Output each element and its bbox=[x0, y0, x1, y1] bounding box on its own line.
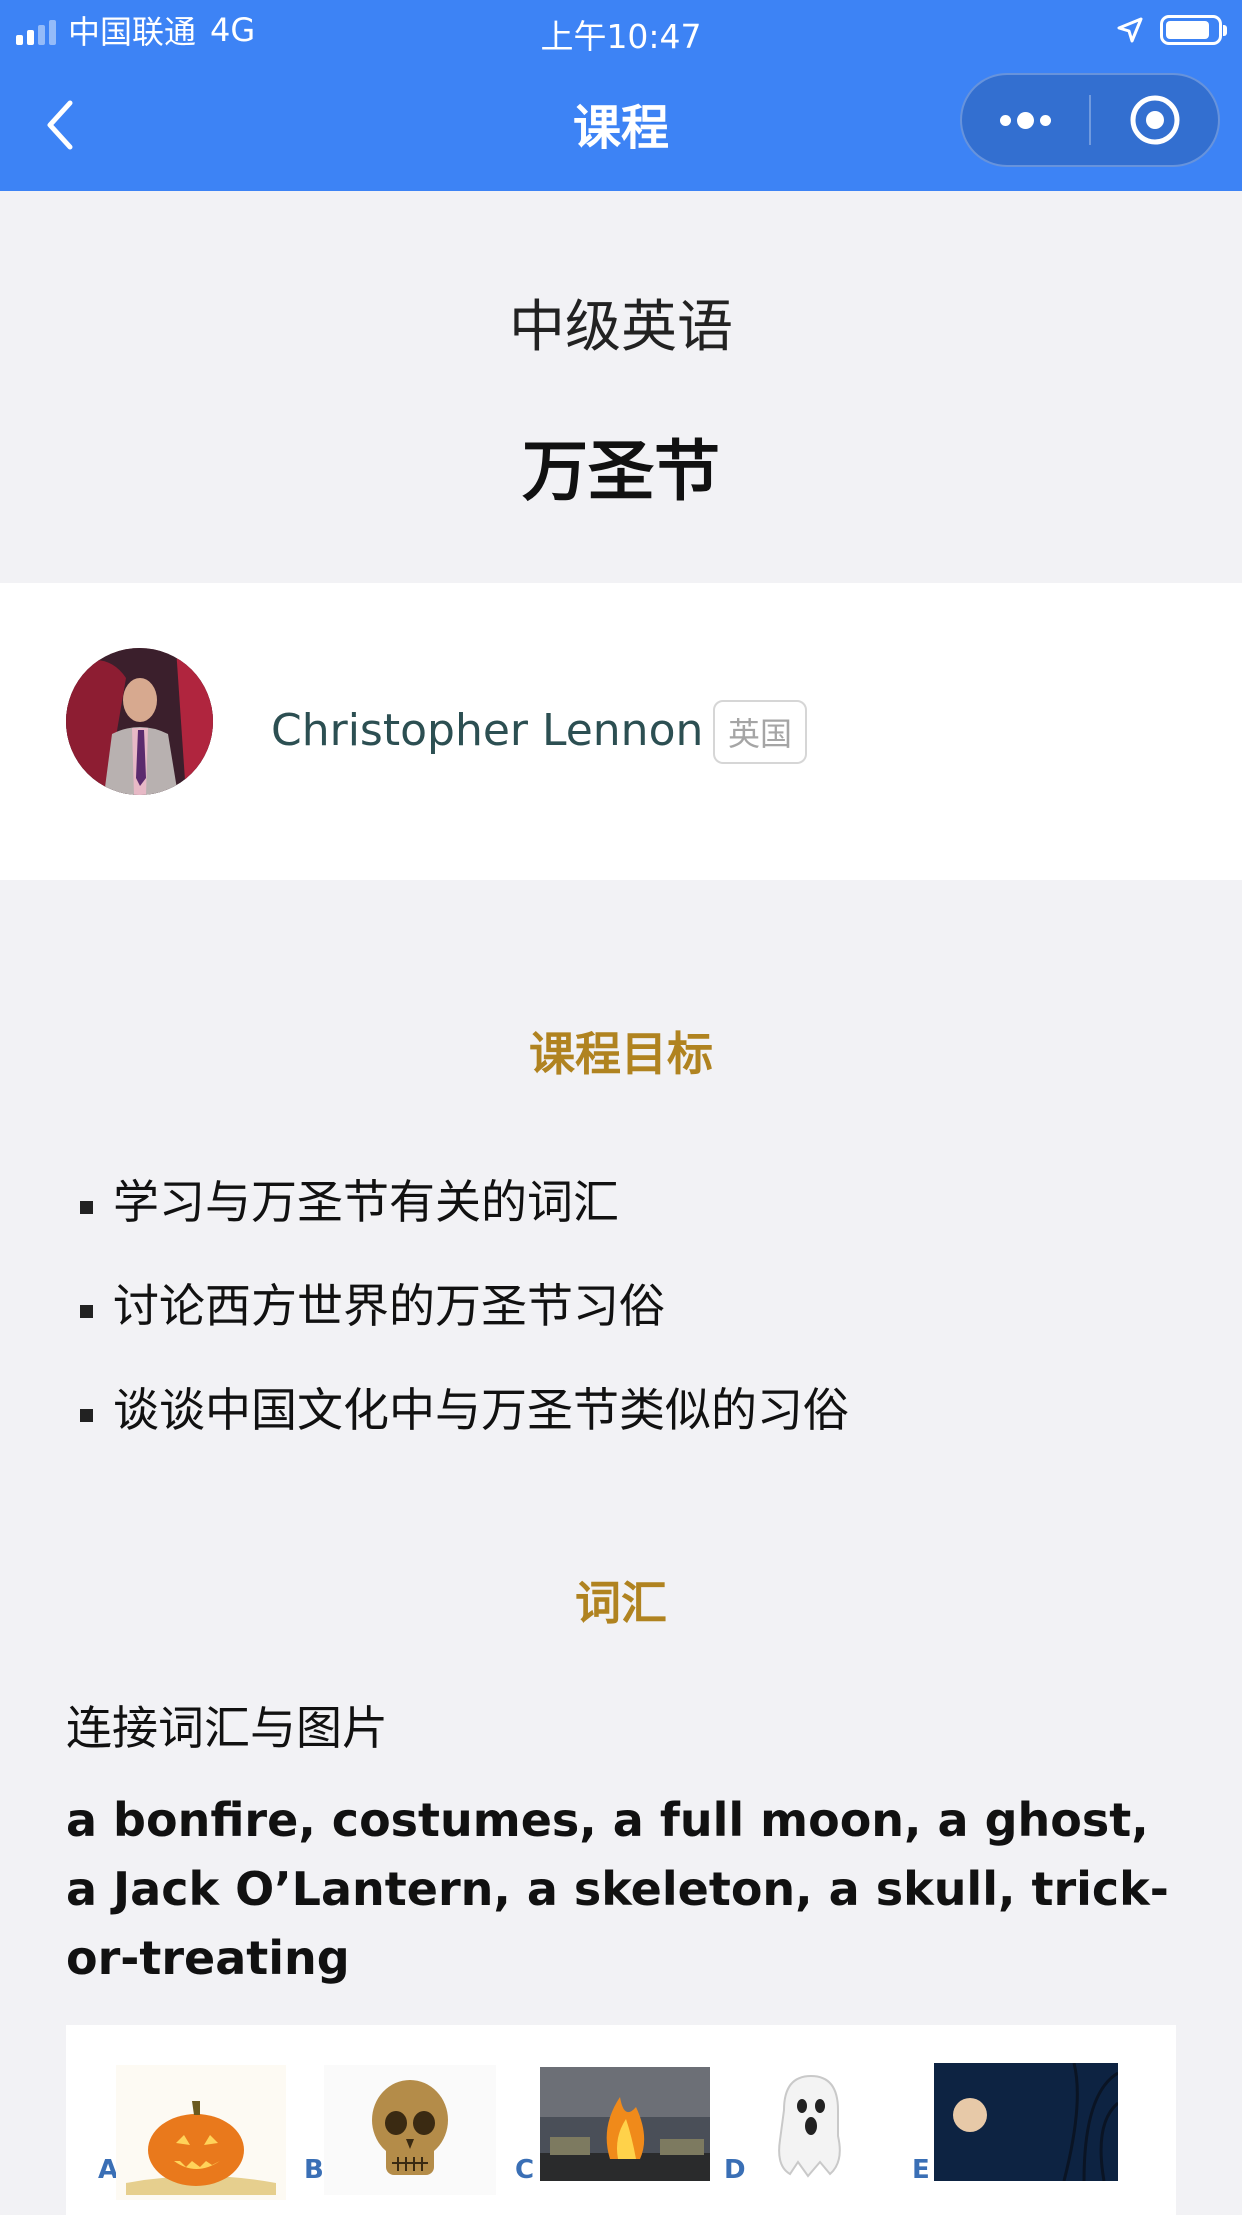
bullet-icon bbox=[80, 1200, 93, 1214]
avatar bbox=[66, 648, 213, 795]
mini-program-capsule bbox=[960, 73, 1220, 167]
target-circle-icon bbox=[1130, 95, 1179, 145]
goal-item: 谈谈中国文化中与万圣节类似的习俗 bbox=[80, 1374, 849, 1440]
image-label-c: C bbox=[515, 2155, 535, 2185]
skull-icon[interactable] bbox=[324, 2065, 496, 2195]
teacher-country-badge: 英国 bbox=[713, 700, 807, 764]
battery-icon bbox=[1160, 15, 1227, 45]
more-dots-icon bbox=[1000, 111, 1051, 129]
full-moon-icon[interactable] bbox=[934, 2063, 1118, 2181]
image-label-b: B bbox=[304, 2155, 324, 2185]
image-label-e: E bbox=[912, 2155, 930, 2185]
vocab-heading: 词汇 bbox=[575, 1576, 667, 1630]
top-bar: 中国联通 4G 上午10:47 课程 bbox=[0, 0, 1242, 191]
course-title: 万圣节 bbox=[522, 433, 720, 510]
goals-heading: 课程目标 bbox=[529, 1027, 713, 1081]
pumpkin-icon[interactable] bbox=[116, 2065, 286, 2200]
image-label-d: D bbox=[724, 2155, 746, 2185]
bullet-icon bbox=[80, 1304, 93, 1318]
status-bar-right bbox=[1116, 10, 1227, 50]
goal-item: 讨论西方世界的万圣节习俗 bbox=[80, 1270, 665, 1336]
goal-item: 学习与万圣节有关的词汇 bbox=[80, 1166, 619, 1232]
status-time: 上午10:47 bbox=[540, 17, 702, 56]
teacher-photo bbox=[66, 648, 213, 795]
location-arrow-icon bbox=[1117, 17, 1143, 43]
goal-text: 谈谈中国文化中与万圣节类似的习俗 bbox=[113, 1383, 849, 1437]
bullet-icon bbox=[80, 1408, 93, 1422]
close-button[interactable] bbox=[1091, 75, 1218, 165]
teacher-name: Christopher Lennon bbox=[271, 705, 704, 756]
ghost-icon[interactable] bbox=[766, 2070, 856, 2180]
vocab-image-strip: A B C D E bbox=[66, 2025, 1176, 2215]
goal-text: 讨论西方世界的万圣节习俗 bbox=[113, 1279, 665, 1333]
goal-text: 学习与万圣节有关的词汇 bbox=[113, 1175, 619, 1229]
teacher-card[interactable]: Christopher Lennon 英国 bbox=[0, 583, 1242, 880]
bonfire-icon[interactable] bbox=[540, 2067, 710, 2181]
vocab-word-list: a bonfire, costumes, a full moon, a ghos… bbox=[66, 1793, 1169, 1985]
course-level: 中级英语 bbox=[509, 295, 733, 360]
more-button[interactable] bbox=[962, 75, 1089, 165]
vocab-instruction: 连接词汇与图片 bbox=[66, 1701, 388, 1755]
